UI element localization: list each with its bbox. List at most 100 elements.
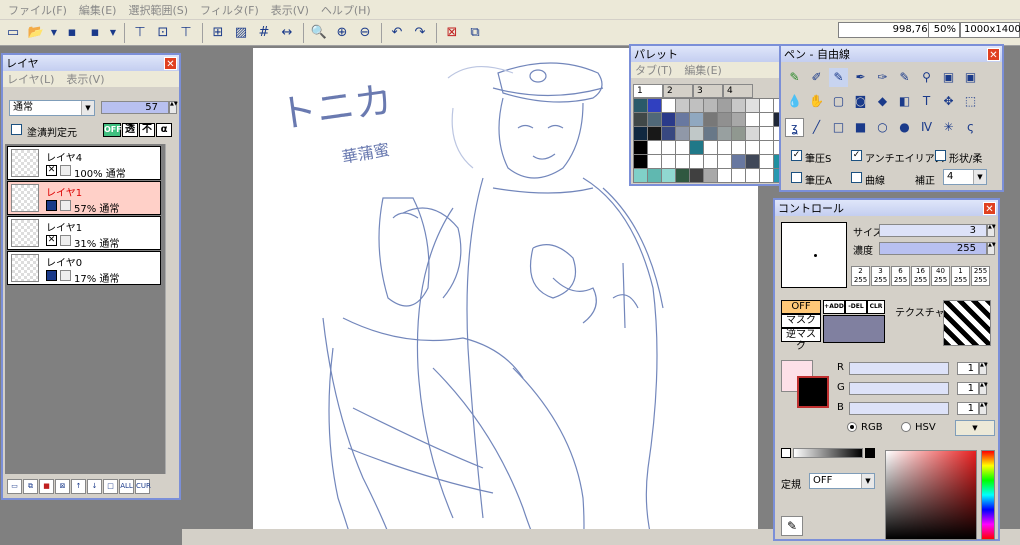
drop-icon[interactable]: 💧: [785, 92, 804, 111]
palette-swatch[interactable]: [634, 99, 647, 112]
palette-swatch[interactable]: [746, 99, 759, 112]
clear-icon[interactable]: ⊠: [441, 22, 463, 44]
size-preset[interactable]: 255 255: [971, 266, 990, 286]
opacity-spinner[interactable]: ▲▼: [169, 101, 178, 114]
zoom-icon[interactable]: 🔍: [308, 22, 330, 44]
palette-swatch[interactable]: [746, 141, 759, 154]
select-icon[interactable]: ⬚: [961, 92, 980, 111]
palette-swatch[interactable]: [704, 99, 717, 112]
window-layout-icon[interactable]: ⊤: [129, 22, 151, 44]
eraser-icon[interactable]: ▢: [829, 92, 848, 111]
menu-selection[interactable]: 選択範囲(S): [122, 2, 194, 18]
palette-swatch[interactable]: [760, 169, 773, 182]
layer-panel-titlebar[interactable]: レイヤ ✕: [3, 55, 179, 71]
r-spinner[interactable]: ▲▼: [979, 362, 988, 375]
visibility-icon[interactable]: ✕: [46, 235, 57, 246]
layer-row[interactable]: レイヤ1 ✕ 31% 通常: [7, 216, 161, 250]
visibility-icon[interactable]: [46, 270, 57, 281]
line-icon[interactable]: ╱: [807, 118, 826, 137]
zoom-in-icon[interactable]: ⊕: [331, 22, 353, 44]
r-value[interactable]: 1: [957, 362, 979, 375]
palette-swatch[interactable]: [732, 113, 745, 126]
visibility-icon[interactable]: [46, 200, 57, 211]
layer-list-scrollbar[interactable]: [165, 144, 177, 474]
zoom-out-icon[interactable]: ⊖: [354, 22, 376, 44]
delete-layer-icon[interactable]: ■: [39, 479, 54, 494]
fill-icon[interactable]: ◙: [851, 92, 870, 111]
mode-opaque-button[interactable]: 不: [139, 123, 155, 137]
palette-swatch[interactable]: [676, 155, 689, 168]
layer-menu-layer[interactable]: レイヤ(L): [7, 71, 54, 87]
palette-swatch[interactable]: [760, 99, 773, 112]
clip-checkbox[interactable]: [11, 124, 22, 135]
palette-swatch[interactable]: [676, 113, 689, 126]
density-bar[interactable]: 255: [879, 242, 987, 255]
watercolor-icon[interactable]: ✑: [873, 68, 892, 87]
pencil-icon[interactable]: ✐: [807, 68, 826, 87]
palette-menu-tab[interactable]: タブ(T): [635, 62, 672, 78]
smudge-icon[interactable]: ✋: [807, 92, 826, 111]
layer-opacity-bar[interactable]: 57: [101, 101, 169, 114]
open-dropdown-icon[interactable]: ▼: [48, 22, 60, 44]
stamp-icon[interactable]: ⚲: [917, 68, 936, 87]
size-preset[interactable]: 1 255: [951, 266, 970, 286]
palette-swatch[interactable]: [648, 155, 661, 168]
layer-row[interactable]: レイヤ4 ✕ 100% 通常: [7, 146, 161, 180]
grid-icon[interactable]: #: [253, 22, 275, 44]
save-as-icon[interactable]: ▪: [84, 22, 106, 44]
layer-menu-view[interactable]: 表示(V): [66, 71, 104, 87]
clear-layer-icon[interactable]: □: [103, 479, 118, 494]
close-icon[interactable]: ✕: [983, 201, 996, 215]
palette-swatch[interactable]: [648, 99, 661, 112]
palette-swatch[interactable]: [662, 141, 675, 154]
palette-menu-edit[interactable]: 編集(E): [684, 62, 722, 78]
g-value[interactable]: 1: [957, 382, 979, 395]
flip-icon[interactable]: ↔: [276, 22, 298, 44]
primary-color-swatch[interactable]: [797, 376, 829, 408]
hsv-radio[interactable]: [901, 422, 911, 432]
save-icon[interactable]: ▪: [61, 22, 83, 44]
g-spinner[interactable]: ▲▼: [979, 382, 988, 395]
mask-off-button[interactable]: OFF: [781, 300, 821, 314]
palette-swatch[interactable]: [760, 155, 773, 168]
mode-off-button[interactable]: OFF: [103, 123, 122, 137]
palette-swatch[interactable]: [690, 155, 703, 168]
blur-icon[interactable]: ▣: [961, 68, 980, 87]
size-preset[interactable]: 3 255: [871, 266, 890, 286]
palette-tab[interactable]: 2: [663, 84, 693, 98]
palette-swatch[interactable]: [732, 155, 745, 168]
palette-swatch[interactable]: [648, 169, 661, 182]
palette-swatch[interactable]: [704, 141, 717, 154]
mask-add-button[interactable]: +ADD: [823, 300, 845, 314]
b-value[interactable]: 1: [957, 402, 979, 415]
palette-swatch[interactable]: [662, 113, 675, 126]
copy-icon[interactable]: ⧉: [464, 22, 486, 44]
blend-mode-select[interactable]: 通常 ▼: [9, 100, 95, 116]
color-picker-square[interactable]: [885, 450, 977, 540]
palette-swatch[interactable]: [746, 127, 759, 140]
polyline-icon[interactable]: Ⅳ: [917, 118, 936, 137]
lock-icon[interactable]: [60, 165, 71, 176]
palette-swatch[interactable]: [746, 113, 759, 126]
palette-tab[interactable]: 1: [633, 84, 663, 98]
bucket-icon[interactable]: ◆: [873, 92, 892, 111]
ellipse-icon[interactable]: ○: [873, 118, 892, 137]
g-slider[interactable]: [849, 382, 949, 395]
palette-swatch[interactable]: [662, 169, 675, 182]
palette-swatch[interactable]: [676, 99, 689, 112]
rectangle-icon[interactable]: □: [829, 118, 848, 137]
palette-swatch[interactable]: [718, 113, 731, 126]
layer-row[interactable]: レイヤ0 17% 通常: [7, 251, 161, 285]
eyedropper-icon[interactable]: ✎: [781, 516, 803, 536]
palette-swatch[interactable]: [732, 99, 745, 112]
palette-titlebar[interactable]: パレット: [631, 46, 779, 62]
correction-select[interactable]: 4 ▼: [943, 169, 987, 185]
size-preset[interactable]: 2 255: [851, 266, 870, 286]
palette-swatch[interactable]: [676, 141, 689, 154]
control-titlebar[interactable]: コントロール ✕: [775, 200, 998, 216]
palette-swatch[interactable]: [718, 127, 731, 140]
palette-swatch[interactable]: [634, 169, 647, 182]
gradient-icon[interactable]: ◧: [895, 92, 914, 111]
size-preset[interactable]: 6 255: [891, 266, 910, 286]
undo-icon[interactable]: ↶: [386, 22, 408, 44]
